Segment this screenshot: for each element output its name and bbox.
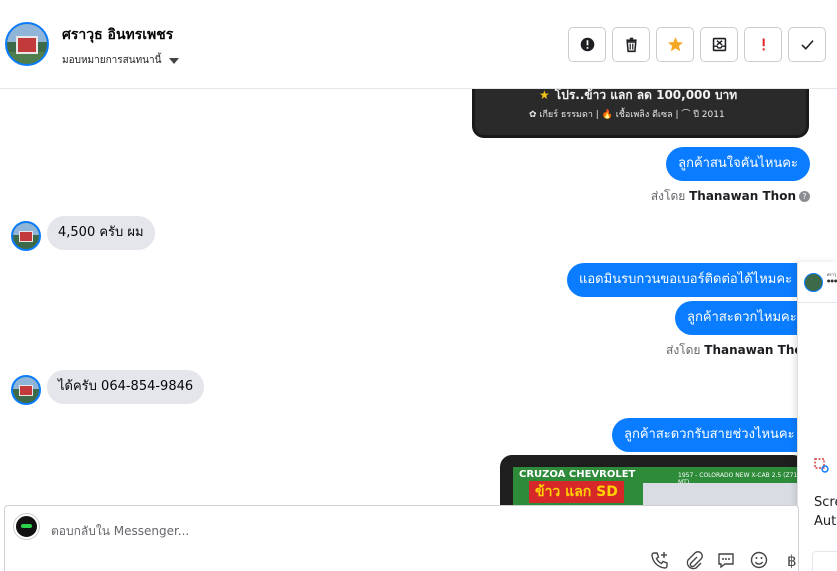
car-image-attachment[interactable]: CRUZOA CHEVROLET 1957 - COLORADO NEW X-C… <box>500 455 805 505</box>
side-panel-box[interactable] <box>812 551 837 571</box>
emoji-icon[interactable] <box>749 550 769 570</box>
message-bubble-outgoing[interactable]: ลูกค้าสนใจคันไหนคะ <box>666 147 810 181</box>
assign-conversation-dropdown[interactable]: มอบหมายการสนทนานี้ <box>62 53 180 68</box>
call-add-icon[interactable] <box>650 550 670 570</box>
star-icon <box>667 37 683 52</box>
alert-circle-icon <box>580 37 594 52</box>
side-panel-avatar <box>804 273 823 292</box>
side-panel-meta: ศราวุ ●●● <box>827 272 837 283</box>
conversation-actions <box>568 27 826 62</box>
trash-icon <box>625 37 637 53</box>
contact-avatar[interactable] <box>5 22 49 66</box>
composer-tools: ฿ <box>650 550 802 570</box>
conversation-header: ศราวุธ อินทรเพชร มอบหมายการสนทนานี้ <box>0 0 837 89</box>
attachment-icon[interactable] <box>683 550 703 570</box>
banner-photo <box>643 483 798 505</box>
saved-reply-icon[interactable] <box>716 550 736 570</box>
message-thread[interactable]: ★ โปร..ข้าว แลก ลด 100,000 บาท ✿ เกียร์ ธ… <box>0 89 837 505</box>
side-panel-line-1: Scre <box>814 495 837 510</box>
assign-label: มอบหมายการสนทนานี้ <box>62 55 162 66</box>
star-button[interactable] <box>656 27 694 62</box>
message-bubble-outgoing[interactable]: แอดมินรบกวนขอเบอร์ติดต่อได้ไหมคะ <box>567 263 805 297</box>
exclamation-icon <box>762 38 765 51</box>
chevron-down-icon <box>169 57 180 64</box>
help-icon[interactable]: ? <box>799 191 810 202</box>
mark-spam-button[interactable] <box>568 27 606 62</box>
contact-name[interactable]: ศราวุธ อินทรเพชร <box>62 24 173 46</box>
contact-avatar-small[interactable] <box>11 375 41 405</box>
side-panel-divider <box>798 302 837 303</box>
side-panel[interactable]: ศราวุ●●● Scre Auto <box>797 262 837 571</box>
avatar-building <box>16 36 38 54</box>
screenshot-tool-icon[interactable] <box>814 458 830 474</box>
car-promo-banner: CRUZOA CHEVROLET 1957 - COLORADO NEW X-C… <box>513 467 798 505</box>
mark-done-button[interactable] <box>788 27 826 62</box>
message-bubble-outgoing[interactable]: ลูกค้าสะดวกรับสายช่วงไหนคะ <box>612 418 807 452</box>
contact-avatar-small[interactable] <box>11 221 41 251</box>
star-icon: ★ <box>539 89 550 102</box>
car-listing-card[interactable]: ★ โปร..ข้าว แลก ลด 100,000 บาท ✿ เกียร์ ธ… <box>472 89 809 138</box>
message-bubble-outgoing[interactable]: ลูกค้าสะดวกไหมคะ <box>675 301 809 335</box>
svg-text:฿: ฿ <box>787 552 797 570</box>
message-bubble-incoming[interactable]: ได้ครับ 064-854-9846 <box>47 370 205 404</box>
side-panel-line-2: Auto <box>814 514 837 529</box>
delete-button[interactable] <box>612 27 650 62</box>
message-bubble-incoming[interactable]: 4,500 ครับ ผม <box>47 216 155 250</box>
payment-icon[interactable]: ฿ <box>782 550 802 570</box>
reply-composer[interactable]: ตอบกลับใน Messenger... ฿ <box>4 505 799 571</box>
banner-promo: ข้าว แลก SD <box>529 481 624 503</box>
sent-by-label: ส่งโดย Thanawan Thon <box>666 343 812 357</box>
inbox-conversation-view: ศราวุธ อินทรเพชร มอบหมายการสนทนานี้ ★ โป… <box>0 0 837 571</box>
card-promo-text: ★ โปร..ข้าว แลก ลด 100,000 บาท <box>539 89 738 102</box>
mark-unread-button[interactable] <box>700 27 738 62</box>
check-icon <box>800 40 814 50</box>
sent-by-label: ส่งโดย Thanawan Thon? <box>651 187 810 206</box>
mail-x-icon <box>712 37 726 52</box>
banner-title: CRUZOA CHEVROLET <box>519 469 636 480</box>
page-avatar <box>14 514 39 539</box>
follow-up-button[interactable] <box>744 27 782 62</box>
card-specs: ✿ เกียร์ ธรรมดา | 🔥 เชื้อเพลิง ดีเซล | ⌒… <box>529 110 725 120</box>
reply-input[interactable]: ตอบกลับใน Messenger... <box>51 522 189 541</box>
